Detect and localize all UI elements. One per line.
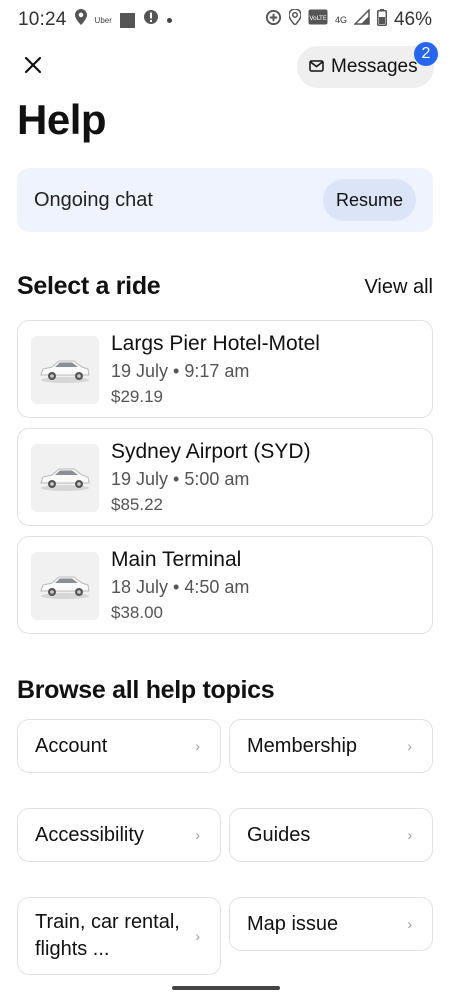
ride-name: Main Terminal bbox=[111, 548, 242, 571]
topic-map-issue[interactable]: Map issue › bbox=[229, 897, 433, 951]
topic-label: Train, car rental, flights ... bbox=[35, 911, 180, 960]
topic-label: Accessibility bbox=[35, 823, 144, 846]
ride-date: 19 July • 5:00 am bbox=[111, 469, 250, 489]
status-app-label: Uber bbox=[94, 15, 112, 25]
chevron-right-icon: › bbox=[407, 916, 412, 932]
messages-badge: 2 bbox=[414, 42, 438, 66]
ride-price: $85.22 bbox=[111, 495, 163, 514]
ride-price: $29.19 bbox=[111, 387, 163, 406]
close-button[interactable] bbox=[18, 52, 48, 82]
status-time: 10:24 bbox=[18, 9, 67, 30]
resume-button[interactable]: Resume bbox=[322, 179, 416, 221]
topic-guides[interactable]: Guides › bbox=[229, 808, 433, 862]
location-pin-icon bbox=[74, 9, 87, 31]
chevron-right-icon: › bbox=[407, 827, 412, 843]
svg-text:VoLTE: VoLTE bbox=[309, 15, 326, 22]
volte-icon: VoLTE bbox=[308, 9, 328, 31]
app-notification-icon bbox=[119, 12, 135, 28]
topic-label: Membership bbox=[247, 734, 358, 757]
view-all-link[interactable]: View all bbox=[364, 276, 433, 299]
ride-name: Largs Pier Hotel-Motel bbox=[111, 332, 320, 355]
messages-label: Messages bbox=[331, 56, 418, 77]
ride-card[interactable]: Sydney Airport (SYD) 19 July • 5:00 am $… bbox=[17, 428, 433, 526]
car-icon bbox=[31, 336, 99, 404]
select-ride-heading: Select a ride bbox=[17, 272, 161, 300]
ride-price: $38.00 bbox=[111, 603, 163, 622]
envelope-icon bbox=[309, 56, 324, 78]
location-icon bbox=[288, 8, 302, 31]
ongoing-chat-label: Ongoing chat bbox=[34, 188, 153, 211]
chevron-right-icon: › bbox=[195, 827, 200, 843]
page-title: Help bbox=[17, 96, 107, 143]
chevron-right-icon: › bbox=[195, 928, 200, 944]
data-saver-icon bbox=[265, 9, 282, 32]
ride-date: 19 July • 9:17 am bbox=[111, 361, 250, 381]
topic-membership[interactable]: Membership › bbox=[229, 719, 433, 773]
status-bar: 10:24 Uber VoLTE 4G 46% bbox=[0, 0, 450, 40]
topic-train-car-rental-flights[interactable]: Train, car rental, flights ... › bbox=[17, 897, 221, 975]
topic-accessibility[interactable]: Accessibility › bbox=[17, 808, 221, 862]
car-icon bbox=[31, 552, 99, 620]
network-type: 4G bbox=[334, 15, 347, 25]
chevron-right-icon: › bbox=[407, 738, 412, 754]
topic-label: Account bbox=[35, 734, 108, 757]
battery-icon bbox=[376, 8, 387, 32]
more-notifications-dot bbox=[166, 17, 172, 23]
ongoing-chat-banner[interactable]: Ongoing chat Resume bbox=[17, 168, 433, 232]
signal-icon bbox=[353, 8, 370, 31]
topic-label: Map issue bbox=[247, 912, 339, 935]
topic-account[interactable]: Account › bbox=[17, 719, 221, 773]
topic-label: Guides bbox=[247, 823, 311, 846]
home-indicator[interactable] bbox=[172, 986, 280, 990]
close-icon bbox=[24, 56, 42, 79]
car-icon bbox=[31, 444, 99, 512]
ride-card[interactable]: Main Terminal 18 July • 4:50 am $38.00 bbox=[17, 536, 433, 634]
ride-name: Sydney Airport (SYD) bbox=[111, 440, 311, 463]
ride-date: 18 July • 4:50 am bbox=[111, 577, 250, 597]
chevron-right-icon: › bbox=[195, 738, 200, 754]
battery-level: 46% bbox=[393, 9, 432, 30]
browse-topics-heading: Browse all help topics bbox=[17, 676, 275, 704]
alert-icon bbox=[143, 9, 159, 31]
ride-card[interactable]: Largs Pier Hotel-Motel 19 July • 9:17 am… bbox=[17, 320, 433, 418]
